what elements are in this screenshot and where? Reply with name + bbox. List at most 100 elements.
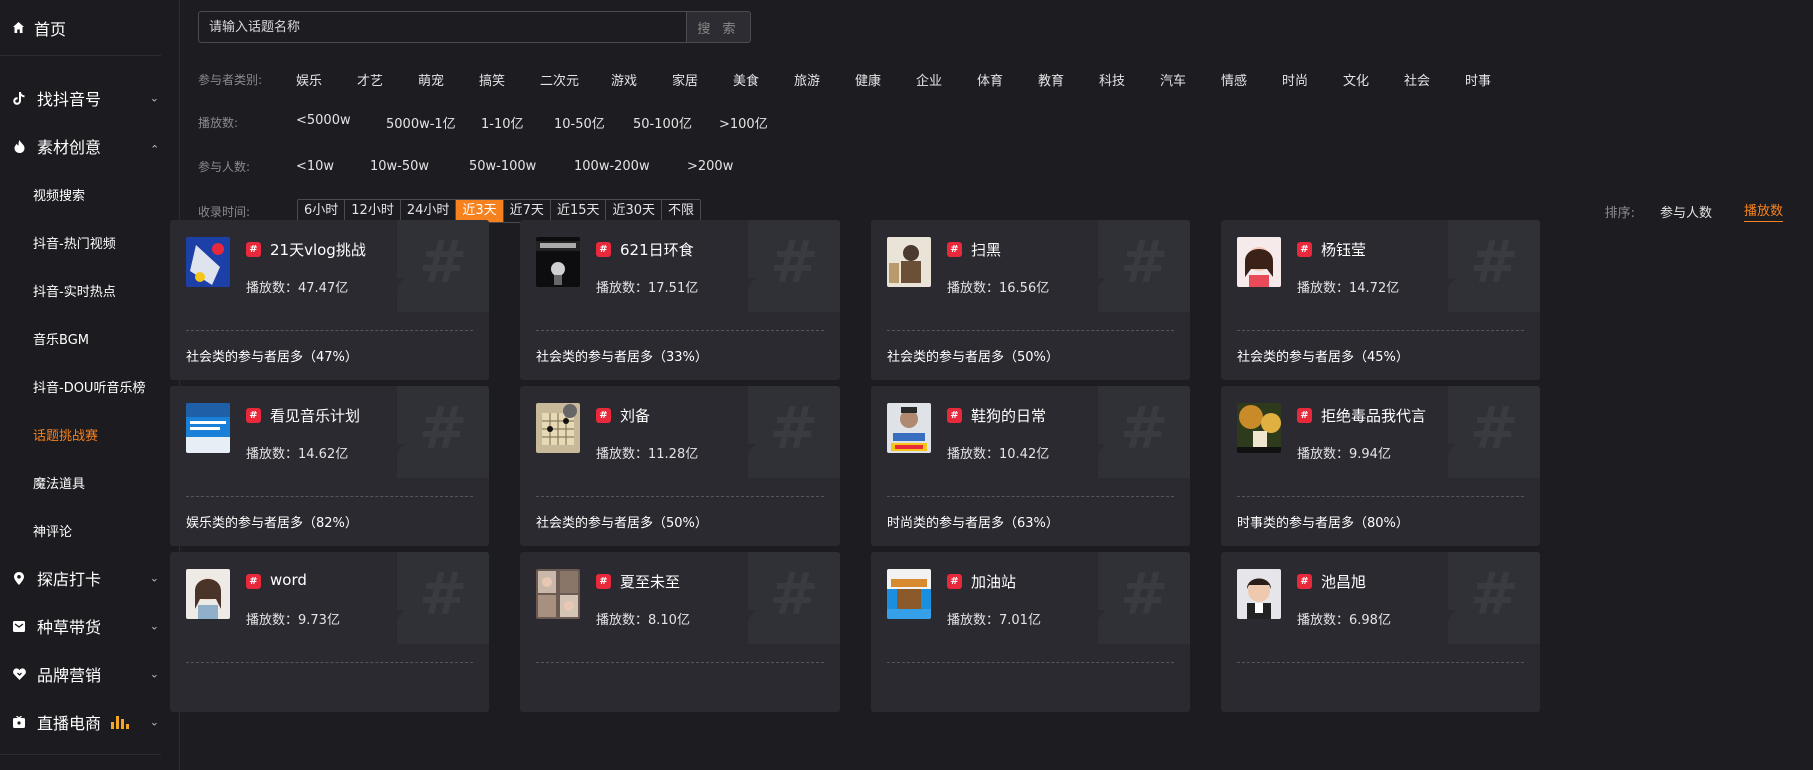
filter-category-option[interactable]: 体育 — [977, 70, 1038, 89]
filter-category-option[interactable]: 家居 — [672, 70, 733, 89]
sidebar-sub-hot-videos[interactable]: 抖音-热门视频 — [0, 218, 179, 266]
tiktok-icon — [12, 91, 26, 105]
topic-name[interactable]: 21天vlog挑战 — [270, 239, 366, 260]
filter-category-option[interactable]: 才艺 — [357, 70, 418, 89]
filter-category-option[interactable]: 美食 — [733, 70, 794, 89]
topic-card[interactable]: # # 池昌旭 播放数：6.98亿 — [1221, 552, 1540, 712]
topic-card[interactable]: # # 加油站 播放数：7.01亿 — [871, 552, 1190, 712]
time-range-option[interactable]: 24小时 — [401, 200, 457, 222]
topic-card[interactable]: # # 夏至未至 播放数：8.10亿 — [520, 552, 840, 712]
filter-people-option[interactable]: 50w-100w — [469, 159, 574, 174]
topic-name[interactable]: 拒绝毒品我代言 — [1321, 405, 1426, 426]
flame-icon — [12, 139, 26, 153]
time-range-option[interactable]: 6小时 — [298, 200, 346, 222]
topic-thumbnail — [1237, 403, 1281, 453]
sidebar-item-brand-marketing[interactable]: 品牌营销 ⌄ — [0, 650, 179, 698]
sidebar-sub-topic-challenge[interactable]: 话题挑战赛 — [0, 410, 179, 458]
filter-category-option[interactable]: 社会 — [1404, 70, 1465, 89]
topic-name[interactable]: 杨钰莹 — [1321, 239, 1366, 260]
topic-participant-stat: 社会类的参与者居多（50%） — [536, 516, 708, 531]
time-range-option[interactable]: 近30天 — [606, 200, 663, 222]
sort-by-plays[interactable]: 播放数 — [1743, 200, 1783, 222]
filter-category-option[interactable]: 科技 — [1099, 70, 1160, 89]
filter-category-option[interactable]: 企业 — [916, 70, 977, 89]
topic-card[interactable]: # #621日环食 播放数：17.51亿 社会类的参与者居多（33%） — [520, 220, 840, 380]
filter-category-option[interactable]: 搞笑 — [479, 70, 540, 89]
filter-category-option[interactable]: 时事 — [1465, 70, 1526, 89]
home-icon — [12, 21, 25, 34]
filter-category-option[interactable]: 汽车 — [1160, 70, 1221, 89]
sidebar-sub-magic-props[interactable]: 魔法道具 — [0, 458, 179, 506]
filter-plays-option[interactable]: 1-10亿 — [481, 113, 554, 132]
topic-card[interactable]: # # 拒绝毒品我代言 播放数：9.94亿 时事类的参与者居多（80%） — [1221, 386, 1540, 546]
topic-play-count: 播放数：11.28亿 — [596, 447, 699, 462]
sidebar-item-live-commerce[interactable]: 直播电商 ⌄ — [0, 698, 179, 746]
sort-bar: 排序: 参与人数 播放数 — [1605, 200, 1783, 222]
topic-search-input[interactable] — [198, 11, 687, 43]
time-range-option[interactable]: 近7天 — [504, 200, 551, 222]
sidebar-item-material[interactable]: 素材创意 ⌄ — [0, 122, 179, 170]
sidebar-sub-dou-music-chart[interactable]: 抖音-DOU听音乐榜 — [0, 362, 179, 410]
filter-plays-row: 播放数: <5000w 5000w-1亿 1-10亿 10-50亿 50-100亿 >10… — [198, 111, 789, 133]
topic-name[interactable]: 刘备 — [620, 405, 650, 426]
filter-category-option[interactable]: 旅游 — [794, 70, 855, 89]
topic-card[interactable]: # # 杨钰莹 播放数：14.72亿 社会类的参与者居多（45%） — [1221, 220, 1540, 380]
filter-people-option[interactable]: 100w-200w — [574, 159, 687, 174]
sort-by-participants[interactable]: 参与人数 — [1660, 202, 1712, 221]
time-range-option[interactable]: 近15天 — [551, 200, 607, 222]
topic-card[interactable]: # # 刘备 播放数：11.28亿 社会类的参与者居多（50%） — [520, 386, 840, 546]
filter-category-option[interactable]: 健康 — [855, 70, 916, 89]
filter-plays-option[interactable]: 50-100亿 — [633, 113, 719, 132]
filter-plays-option[interactable]: 10-50亿 — [554, 113, 633, 132]
filter-category-option[interactable]: 萌宠 — [418, 70, 479, 89]
svg-text:#: # — [1120, 560, 1169, 628]
time-range-option[interactable]: 不限 — [662, 200, 700, 222]
topic-name[interactable]: 看见音乐计划 — [270, 405, 360, 426]
topic-thumbnail — [186, 569, 230, 619]
card-divider — [186, 662, 473, 663]
time-range-option[interactable]: 12小时 — [345, 200, 401, 222]
topic-card[interactable]: # #21天vlog挑战 播放数：47.47亿 社会类的参与者居多（47%） — [170, 220, 489, 380]
filter-category-option[interactable]: 娱乐 — [296, 70, 357, 89]
filter-people-option[interactable]: 10w-50w — [370, 159, 469, 174]
sidebar-item-store-checkin[interactable]: 探店打卡 ⌄ — [0, 554, 179, 602]
hashtag-badge-icon: # — [246, 574, 261, 589]
search-button[interactable]: 搜 索 — [687, 11, 751, 43]
filter-category-option[interactable]: 教育 — [1038, 70, 1099, 89]
topic-name[interactable]: 扫黑 — [971, 239, 1001, 260]
filter-plays-option[interactable]: 5000w-1亿 — [386, 113, 481, 132]
topic-card[interactable]: # # 看见音乐计划 播放数：14.62亿 娱乐类的参与者居多（82%） — [170, 386, 489, 546]
sidebar-sub-music-bgm[interactable]: 音乐BGM — [0, 314, 179, 362]
sidebar-item-find-account[interactable]: 找抖音号 ⌄ — [0, 74, 179, 122]
filter-category-option[interactable]: 文化 — [1343, 70, 1404, 89]
filter-plays-option[interactable]: >100亿 — [719, 113, 789, 132]
topic-name[interactable]: 621日环食 — [620, 239, 694, 260]
sidebar-item-home[interactable]: 首页 — [0, 0, 161, 56]
sidebar-sub-label: 抖音-实时热点 — [33, 284, 116, 300]
card-divider — [887, 330, 1174, 331]
time-range-option[interactable]: 近3天 — [456, 200, 504, 222]
svg-text:#: # — [1120, 228, 1169, 296]
sidebar-sub-video-search[interactable]: 视频搜索 — [0, 170, 179, 218]
hashtag-watermark-icon: # — [1098, 552, 1190, 644]
filter-category-option[interactable]: 时尚 — [1282, 70, 1343, 89]
topic-name[interactable]: 鞋狗的日常 — [971, 405, 1046, 426]
topic-card[interactable]: # # 鞋狗的日常 播放数：10.42亿 时尚类的参与者居多（63%） — [871, 386, 1190, 546]
filter-people-option[interactable]: <10w — [296, 159, 370, 174]
topic-card[interactable]: # # word 播放数：9.73亿 — [170, 552, 489, 712]
sidebar-item-seeding[interactable]: 种草带货 ⌄ — [0, 602, 179, 650]
topic-name[interactable]: 夏至未至 — [620, 571, 680, 592]
filter-category-option[interactable]: 游戏 — [611, 70, 672, 89]
topic-name[interactable]: word — [270, 571, 307, 589]
sidebar-sub-comments[interactable]: 神评论 — [0, 506, 179, 554]
topic-play-count: 播放数：10.42亿 — [947, 447, 1050, 462]
filter-plays-option[interactable]: <5000w — [296, 113, 386, 132]
topic-name[interactable]: 池昌旭 — [1321, 571, 1366, 592]
filter-category-option[interactable]: 二次元 — [540, 70, 611, 89]
sidebar-sub-realtime-hot[interactable]: 抖音-实时热点 — [0, 266, 179, 314]
filter-people-option[interactable]: >200w — [687, 159, 747, 174]
filter-category-option[interactable]: 情感 — [1221, 70, 1282, 89]
topic-name[interactable]: 加油站 — [971, 571, 1016, 592]
card-divider — [186, 330, 473, 331]
topic-card[interactable]: # # 扫黑 播放数：16.56亿 社会类的参与者居多（50%） — [871, 220, 1190, 380]
